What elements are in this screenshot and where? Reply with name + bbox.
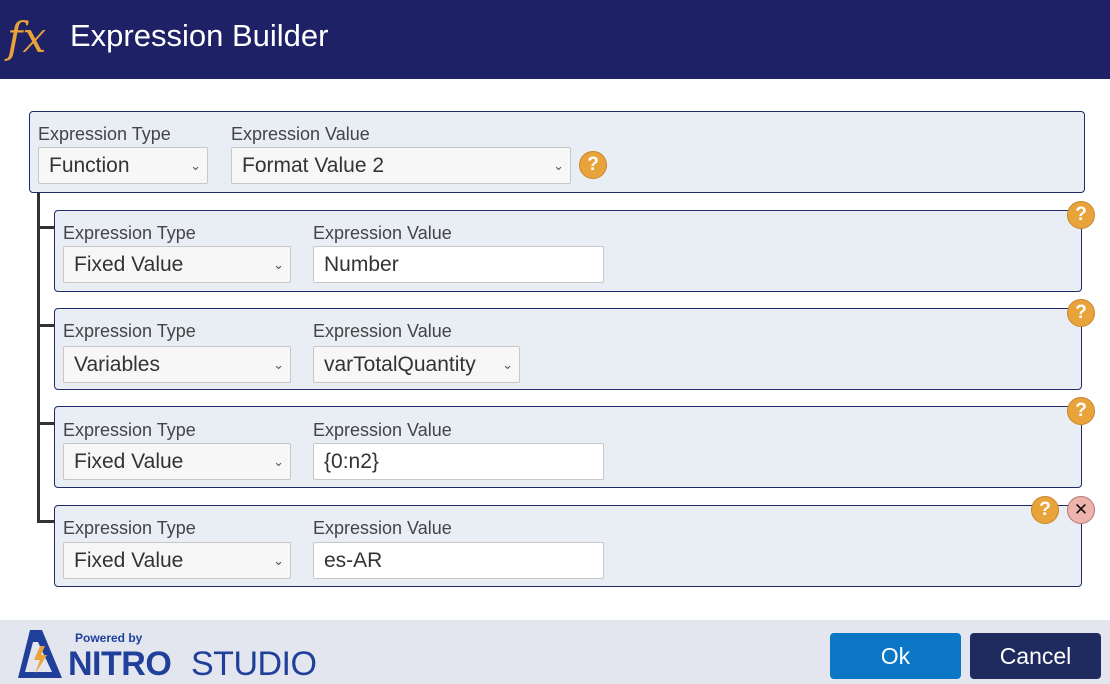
- param-1-value-input[interactable]: Number: [313, 246, 604, 283]
- nitro-logo-icon: [18, 630, 62, 678]
- function-icon: fx: [7, 13, 47, 62]
- param-4-value-input[interactable]: es-AR: [313, 542, 604, 579]
- tree-branch-line: [37, 324, 55, 327]
- expression-type-label: Expression Type: [63, 223, 196, 243]
- expression-type-label: Expression Type: [63, 420, 196, 440]
- root-expression-type-select[interactable]: Function ⌄: [38, 147, 208, 184]
- param-2-type-select[interactable]: Variables ⌄: [63, 346, 291, 383]
- root-expression-value-select[interactable]: Format Value 2 ⌄: [231, 147, 571, 184]
- param-2-value-select[interactable]: varTotalQuantity ⌄: [313, 346, 520, 383]
- tree-vertical-line: [37, 193, 40, 522]
- brand-studio: STUDIO: [191, 645, 317, 683]
- chevron-down-icon: ⌄: [273, 357, 284, 372]
- param-3-value-input[interactable]: {0:n2}: [313, 443, 604, 480]
- remove-parameter-icon[interactable]: ✕: [1067, 496, 1095, 524]
- expression-type-label: Expression Type: [38, 124, 171, 144]
- parameter-panel-1: Expression Type Expression Value Fixed V…: [54, 210, 1082, 292]
- chevron-down-icon: ⌄: [273, 454, 284, 469]
- parameter-panel-4: Expression Type Expression Value Fixed V…: [54, 505, 1082, 587]
- expression-value-label: Expression Value: [313, 420, 452, 440]
- param-3-type-select[interactable]: Fixed Value ⌄: [63, 443, 291, 480]
- powered-by-text: Powered by: [75, 631, 143, 645]
- tree-branch-line: [37, 422, 55, 425]
- dialog-title: Expression Builder: [70, 18, 329, 53]
- chevron-down-icon: ⌄: [502, 357, 513, 372]
- help-icon[interactable]: ?: [579, 151, 607, 179]
- help-icon[interactable]: ?: [1067, 397, 1095, 425]
- chevron-down-icon: ⌄: [190, 158, 201, 173]
- header-bar: fx Expression Builder: [0, 0, 1110, 79]
- param-4-type-select[interactable]: Fixed Value ⌄: [63, 542, 291, 579]
- expression-type-label: Expression Type: [63, 518, 196, 538]
- chevron-down-icon: ⌄: [273, 553, 284, 568]
- help-icon[interactable]: ?: [1067, 201, 1095, 229]
- cancel-button[interactable]: Cancel: [970, 633, 1101, 679]
- ok-button[interactable]: Ok: [830, 633, 961, 679]
- expression-value-label: Expression Value: [313, 223, 452, 243]
- parameter-panel-3: Expression Type Expression Value Fixed V…: [54, 406, 1082, 488]
- help-icon[interactable]: ?: [1031, 496, 1059, 524]
- chevron-down-icon: ⌄: [273, 257, 284, 272]
- expression-value-label: Expression Value: [313, 321, 452, 341]
- brand-nitro: NITRO: [68, 645, 172, 683]
- tree-branch-line: [37, 226, 55, 229]
- param-1-type-select[interactable]: Fixed Value ⌄: [63, 246, 291, 283]
- help-icon[interactable]: ?: [1067, 299, 1095, 327]
- expression-type-label: Expression Type: [63, 321, 196, 341]
- chevron-down-icon: ⌄: [553, 158, 564, 173]
- expression-value-label: Expression Value: [313, 518, 452, 538]
- parameter-panel-2: Expression Type Expression Value Variabl…: [54, 308, 1082, 390]
- root-expression-panel: Expression Type Expression Value Functio…: [29, 111, 1085, 193]
- tree-branch-line: [37, 520, 55, 523]
- expression-value-label: Expression Value: [231, 124, 370, 144]
